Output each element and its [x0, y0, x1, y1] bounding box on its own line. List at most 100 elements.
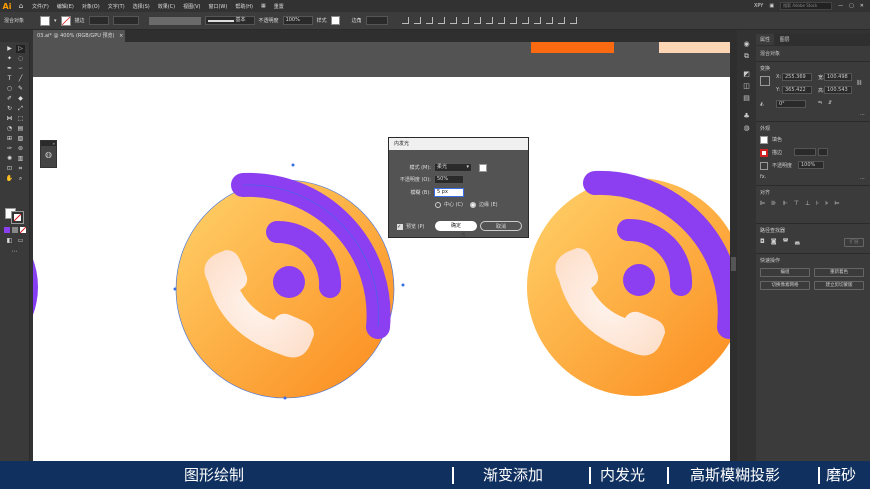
- eraser-icon[interactable]: ◆: [16, 95, 25, 103]
- libraries-panel-icon[interactable]: ⧉: [737, 50, 756, 62]
- appearance-panel-icon[interactable]: ◍: [41, 150, 56, 159]
- align-left-icon[interactable]: ⊫: [760, 200, 765, 207]
- brush-definition[interactable]: 基本: [204, 16, 255, 25]
- appearance-icon[interactable]: ◍: [737, 122, 756, 134]
- properties-panel-icon[interactable]: ◉: [737, 38, 756, 50]
- edit-toolbar-icon[interactable]: ⋯: [10, 248, 19, 256]
- document-tab[interactable]: 03.ai* @ 400% (RGB/GPU 预览) ×: [33, 30, 125, 42]
- search-input[interactable]: 搜索 Adobe Stock: [780, 2, 833, 10]
- tab-layers[interactable]: 图层: [776, 34, 794, 45]
- blur-input[interactable]: 5 px: [434, 188, 464, 197]
- scale-tool-icon[interactable]: ⤢: [16, 105, 25, 113]
- distribute-icon[interactable]: [473, 17, 481, 24]
- perspective-grid-icon[interactable]: ▤: [16, 125, 25, 133]
- glow-color-swatch[interactable]: [479, 163, 487, 172]
- align-top-icon[interactable]: [437, 17, 445, 24]
- export-panel-icon[interactable]: ◩: [737, 68, 756, 80]
- flip-vertical-icon[interactable]: ⇵: [828, 100, 832, 106]
- draw-mode-icon[interactable]: ◧: [5, 237, 14, 245]
- panel-collapse-icon[interactable]: »: [41, 141, 56, 146]
- appearance-more-icon[interactable]: ⋯: [860, 176, 865, 182]
- vertical-scrollbar[interactable]: [730, 42, 737, 461]
- variable-width-profile[interactable]: [148, 16, 201, 25]
- menu-type[interactable]: 文字(T): [104, 3, 129, 10]
- symbols-panel-icon[interactable]: ♣: [737, 110, 756, 122]
- share-icon[interactable]: ▣: [769, 3, 774, 9]
- main-icon[interactable]: [173, 163, 405, 400]
- hand-tool-icon[interactable]: ✋: [5, 175, 14, 183]
- pen-tool-icon[interactable]: ✒: [5, 65, 14, 73]
- screen-mode-icon[interactable]: ▭: [16, 237, 25, 245]
- isolate-icon[interactable]: [557, 17, 565, 24]
- align-right-icon[interactable]: ⊩: [782, 200, 787, 207]
- artboards-panel-icon[interactable]: ▤: [737, 92, 756, 104]
- stroke-unit-field[interactable]: [112, 16, 139, 25]
- stroke-swatch[interactable]: [760, 149, 768, 157]
- y-field[interactable]: 365.422: [782, 86, 812, 94]
- artwork[interactable]: [33, 77, 730, 461]
- chevron-down-icon[interactable]: ▾: [54, 18, 57, 24]
- artboard[interactable]: [33, 77, 730, 461]
- color-mode-icon[interactable]: [4, 227, 10, 233]
- intersect-icon[interactable]: ◚: [783, 238, 789, 245]
- fx-button[interactable]: fx.: [760, 174, 766, 180]
- distribute-icon-2[interactable]: [485, 17, 493, 24]
- fill-swatch[interactable]: [40, 15, 51, 26]
- expand-button[interactable]: 扩展: [844, 238, 864, 247]
- width-tool-icon[interactable]: ⋈: [5, 115, 14, 123]
- minimize-icon[interactable]: —: [838, 3, 843, 9]
- align-right-icon[interactable]: [425, 17, 433, 24]
- direct-selection-tool-icon[interactable]: ▷: [16, 45, 25, 53]
- lasso-icon[interactable]: ◌: [16, 55, 25, 63]
- preview-checkbox[interactable]: ✓: [397, 223, 403, 230]
- menu-file[interactable]: 文件(F): [28, 3, 53, 10]
- height-field[interactable]: 100.543: [824, 86, 852, 94]
- type-tool-icon[interactable]: T: [5, 75, 14, 83]
- home-icon[interactable]: ⌂: [14, 2, 28, 10]
- curvature-tool-icon[interactable]: ∽: [16, 65, 25, 73]
- align-center-icon[interactable]: ⊪: [771, 200, 776, 207]
- stroke-weight-field[interactable]: [794, 148, 816, 156]
- menu-select[interactable]: 选择(S): [129, 3, 154, 10]
- style-swatch[interactable]: [330, 16, 340, 25]
- more-options-icon[interactable]: ⋯: [860, 112, 865, 118]
- distribute-icon-6[interactable]: [533, 17, 541, 24]
- opacity-input[interactable]: 50%: [434, 175, 464, 184]
- floating-panel[interactable]: » ◍: [40, 140, 57, 168]
- minus-front-icon[interactable]: ◙: [771, 238, 777, 245]
- scrollbar-thumb[interactable]: [731, 257, 736, 271]
- stroke-unit-field[interactable]: [818, 148, 828, 156]
- flip-horizontal-icon[interactable]: ⇋: [818, 100, 822, 106]
- close-tab-icon[interactable]: ×: [119, 33, 123, 39]
- free-transform-icon[interactable]: ⬚: [16, 115, 25, 123]
- canvas[interactable]: [33, 42, 730, 461]
- opacity-field[interactable]: 100%: [282, 16, 313, 25]
- transform-icon[interactable]: [545, 17, 553, 24]
- menu-icon[interactable]: [569, 17, 577, 24]
- stroke-color-icon[interactable]: [11, 211, 24, 224]
- opacity-field[interactable]: 100%: [798, 161, 824, 169]
- workspace-grid-icon[interactable]: ▦: [257, 3, 270, 9]
- corner-field[interactable]: [365, 16, 388, 25]
- user-name[interactable]: XPY: [754, 3, 763, 9]
- close-icon[interactable]: ✕: [860, 3, 864, 9]
- center-radio[interactable]: [435, 201, 441, 208]
- menu-object[interactable]: 对象(O): [78, 3, 104, 10]
- maximize-icon[interactable]: ▢: [849, 3, 854, 9]
- inner-glow-dialog[interactable]: 内发光 模式 (M): 柔光 ▾ 不透明度 (O): 50% 模糊 (B): 5 …: [388, 137, 529, 239]
- shape-builder-icon[interactable]: ◔: [5, 125, 14, 133]
- align-top-icon[interactable]: ⊤: [794, 200, 799, 207]
- distribute-icon-3[interactable]: [497, 17, 505, 24]
- align-bottom-icon[interactable]: [461, 17, 469, 24]
- align-extra-icon[interactable]: ⊧: [825, 200, 828, 207]
- blend-tool-icon[interactable]: ⊚: [16, 145, 25, 153]
- ok-button[interactable]: 确定: [435, 221, 477, 231]
- stroke-swatch[interactable]: [60, 15, 71, 26]
- constrain-proportions-icon[interactable]: ⛓: [856, 80, 862, 86]
- align-vcenter-icon[interactable]: [449, 17, 457, 24]
- x-field[interactable]: 255.369: [782, 73, 812, 81]
- clipping-mask-button[interactable]: 建立剪切蒙版: [814, 281, 864, 290]
- recolor-button[interactable]: 重新着色: [814, 268, 864, 277]
- line-tool-icon[interactable]: ╱: [16, 75, 25, 83]
- eyedropper-icon[interactable]: ✑: [5, 145, 14, 153]
